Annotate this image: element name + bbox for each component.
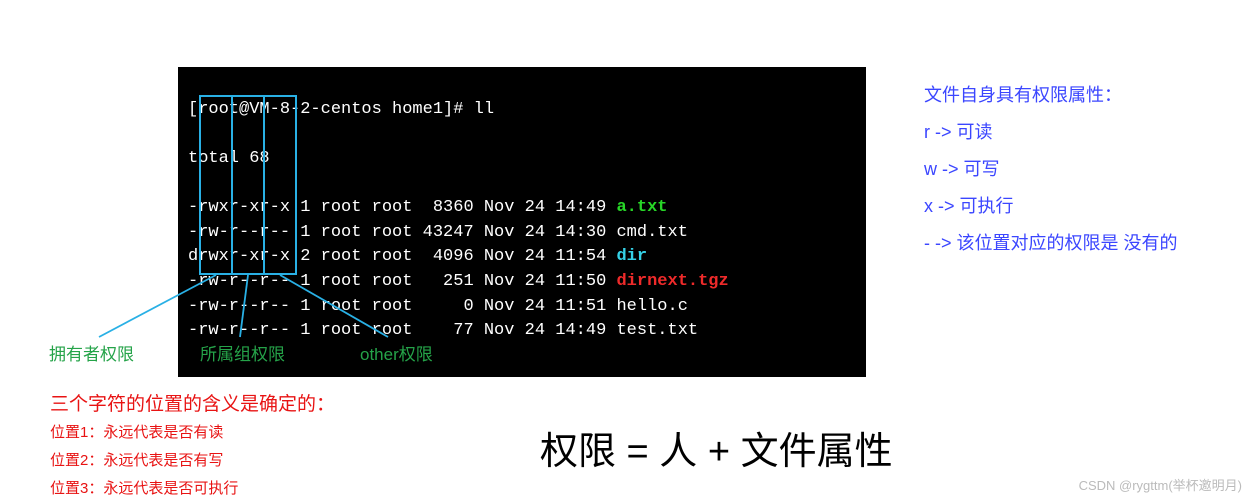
group-permission-box [231,95,265,275]
attr-dash: - -> 该位置对应的权限是 没有的 [924,225,1178,262]
other-permission-box [263,95,297,275]
position-2: 位置2：永远代表是否有写 [50,449,223,470]
watermark: CSDN @rygttm(举杯邀明月) [1079,475,1242,494]
position-3: 位置3：永远代表是否可执行 [50,477,238,498]
group-permission-label: 所属组权限 [200,340,285,365]
terminal-row: -rw-r--r-- 1 root root 77 Nov 24 14:49 t… [188,319,856,344]
attr-title: 文件自身具有权限属性： [924,77,1178,114]
permission-equation: 权限 = 人 + 文件属性 [540,420,893,475]
other-permission-label: other权限 [360,340,433,365]
owner-permission-label: 拥有者权限 [49,340,134,365]
owner-permission-box [199,95,233,275]
position-meaning-title: 三个字符的位置的含义是确定的： [50,389,335,416]
position-1: 位置1：永远代表是否有读 [50,421,223,442]
attr-w: w -> 可写 [924,151,1178,188]
permission-attributes: 文件自身具有权限属性： r -> 可读 w -> 可写 x -> 可执行 - -… [924,77,1178,261]
terminal-row: -rw-r--r-- 1 root root 0 Nov 24 11:51 he… [188,295,856,320]
attr-x: x -> 可执行 [924,188,1178,225]
attr-r: r -> 可读 [924,114,1178,151]
